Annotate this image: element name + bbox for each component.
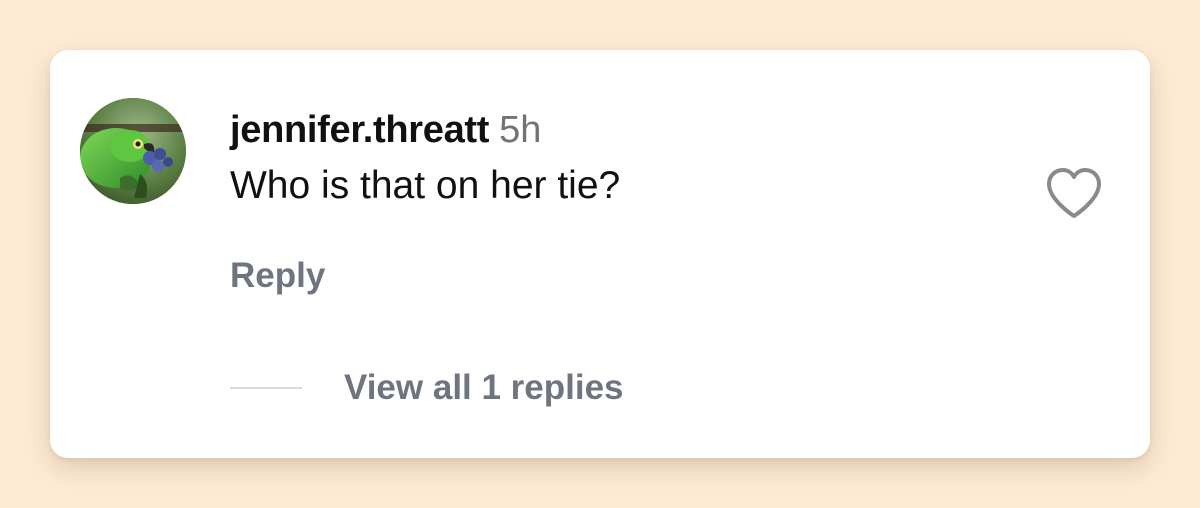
username[interactable]: jennifer.threatt [230, 109, 489, 151]
comment-text: Who is that on her tie? [230, 164, 621, 207]
view-replies-label: View all 1 replies [344, 368, 624, 407]
heart-outline-icon [1047, 168, 1101, 218]
parrot-avatar-image [80, 98, 186, 204]
timestamp: 5h [499, 109, 542, 151]
view-replies-button[interactable]: View all 1 replies [230, 366, 624, 410]
replies-divider-line [230, 387, 302, 389]
comment-content: jennifer.threatt 5h Who is that on her ti… [230, 104, 1040, 212]
like-button[interactable] [1044, 166, 1104, 222]
reply-button[interactable]: Reply [230, 254, 325, 298]
comment-card: jennifer.threatt 5h Who is that on her ti… [50, 50, 1150, 458]
avatar[interactable] [80, 98, 186, 204]
comment-header: jennifer.threatt 5h [230, 104, 1040, 156]
